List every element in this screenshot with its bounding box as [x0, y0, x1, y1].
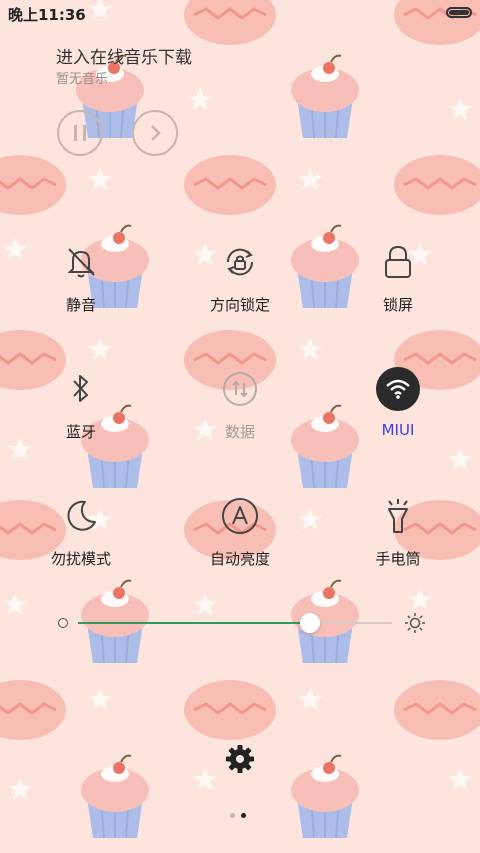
page-dot: [230, 813, 235, 818]
toggle-label: 静音: [65, 296, 96, 314]
toggle-label: 方向锁定: [209, 296, 270, 314]
status-time: 晚上11:36: [8, 6, 86, 24]
pause-button[interactable]: [57, 110, 103, 156]
toggle-wifi[interactable]: MIUI: [328, 367, 468, 439]
rotation-lock-icon: [170, 240, 310, 284]
slider-thumb[interactable]: [300, 613, 321, 633]
music-subtitle: 暂无音乐: [56, 72, 109, 87]
toggle-auto-brightness[interactable]: 自动亮度: [170, 494, 310, 569]
toggle-label: 数据: [224, 423, 255, 441]
lock-icon: [328, 240, 468, 284]
page-dot: [241, 813, 246, 818]
toggle-do-not-disturb[interactable]: 勿扰模式: [11, 494, 151, 569]
toggle-mute[interactable]: 静音: [11, 240, 151, 315]
toggle-label: 勿扰模式: [50, 550, 111, 568]
bluetooth-icon: [11, 367, 151, 411]
toggle-rotation-lock[interactable]: 方向锁定: [170, 240, 310, 315]
slider-track[interactable]: [78, 613, 392, 633]
settings-button[interactable]: [224, 743, 256, 779]
gear-icon: [226, 745, 254, 773]
moon-icon: [11, 494, 151, 538]
next-button[interactable]: [132, 110, 178, 156]
battery-level: [449, 10, 469, 15]
mobile-data-icon: [170, 367, 310, 411]
toggle-screen-lock[interactable]: 锁屏: [328, 240, 468, 315]
control-center: 晚上11:36 进入在线音乐下载 暂无音乐 静音 方向锁定 锁屏 蓝牙 数据 M…: [0, 0, 480, 853]
pause-icon: [74, 125, 86, 141]
brightness-high-icon: [404, 612, 426, 638]
toggle-label: 手电筒: [375, 550, 421, 568]
brightness-low-icon: [58, 618, 68, 628]
toggle-bluetooth[interactable]: 蓝牙: [11, 367, 151, 442]
flashlight-icon: [328, 494, 468, 538]
slider-fill: [78, 622, 311, 624]
brightness-slider[interactable]: [56, 608, 428, 638]
toggle-label: MIUI: [381, 421, 415, 439]
auto-brightness-icon: [170, 494, 310, 538]
toggle-mobile-data[interactable]: 数据: [170, 367, 310, 442]
battery-icon: [446, 7, 472, 18]
chevron-right-icon: [151, 125, 161, 141]
wifi-icon: [376, 367, 420, 411]
bell-off-icon: [11, 240, 151, 284]
toggle-flashlight[interactable]: 手电筒: [328, 494, 468, 569]
toggle-label: 锁屏: [382, 296, 413, 314]
toggle-label: 蓝牙: [65, 423, 96, 441]
toggle-label: 自动亮度: [209, 550, 270, 568]
music-title[interactable]: 进入在线音乐下载: [56, 43, 192, 68]
page-indicator: [230, 813, 246, 818]
